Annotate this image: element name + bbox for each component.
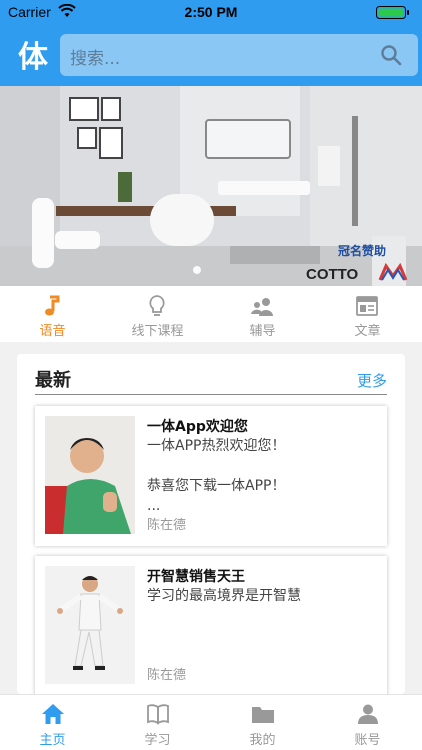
category-label: 线下课程: [131, 324, 184, 339]
home-icon: [42, 704, 64, 724]
book-icon: [147, 704, 169, 725]
item-title: 一体App欢迎您: [147, 419, 248, 435]
banner-carousel[interactable]: 冠名赞助 COTTO: [0, 86, 422, 286]
list-item[interactable]: 开智慧销售天王 学习的最高境界是开智慧 陈在德: [35, 556, 387, 694]
category-nav: 语音 线下课程 辅导 文章: [0, 286, 422, 342]
article-icon: [356, 296, 378, 316]
bottom-tab-bar: 主页 学习 我的 账号: [0, 694, 422, 750]
lightbulb-icon: [149, 295, 165, 316]
battery-icon: [376, 6, 409, 19]
tab-label: 账号: [354, 733, 381, 748]
tab-home[interactable]: 主页: [0, 695, 105, 750]
tab-mine[interactable]: 我的: [210, 695, 315, 750]
status-time: 2:50 PM: [184, 4, 238, 20]
category-tab-offline-course[interactable]: 线下课程: [105, 286, 210, 342]
tab-study[interactable]: 学习: [105, 695, 210, 750]
search-input[interactable]: 搜索...: [70, 44, 120, 69]
item-description: 学习的最高境界是开智慧: [147, 588, 301, 604]
banner-brand-logo: COTTO: [306, 266, 359, 283]
tab-label: 学习: [144, 733, 171, 748]
search-icon[interactable]: [380, 44, 402, 66]
app-logo[interactable]: 体: [16, 40, 50, 76]
tab-label: 主页: [39, 733, 66, 748]
music-note-icon: [45, 295, 60, 316]
folder-icon: [252, 707, 274, 723]
more-link[interactable]: 更多: [357, 370, 387, 391]
top-bar: Carrier 2:50 PM 体 搜索...: [0, 0, 422, 86]
category-tab-articles[interactable]: 文章: [315, 286, 420, 342]
tab-account[interactable]: 账号: [315, 695, 420, 750]
banner-sponsor-label: 冠名赞助: [338, 244, 387, 258]
section-divider: [35, 394, 387, 395]
user-icon: [358, 704, 378, 724]
section-title: 最新: [35, 370, 71, 391]
item-thumbnail: [45, 416, 135, 534]
category-label: 文章: [354, 324, 381, 339]
list-item[interactable]: 一体App欢迎您 一体APP热烈欢迎您！ 恭喜您下载一体APP！ ... 陈在德: [35, 406, 387, 546]
category-label: 辅导: [249, 324, 276, 339]
carousel-indicator[interactable]: [193, 266, 201, 274]
item-description: 一体APP热烈欢迎您！ 恭喜您下载一体APP！ ...: [147, 438, 286, 514]
item-author: 陈在德: [147, 518, 187, 533]
item-title: 开智慧销售天王: [147, 569, 245, 585]
search-bar[interactable]: 搜索...: [60, 34, 418, 76]
category-tab-audio[interactable]: 语音: [0, 286, 105, 342]
item-thumbnail: [45, 566, 135, 684]
brand-mark-icon: [378, 262, 408, 281]
category-label: 语音: [39, 324, 66, 339]
tab-label: 我的: [249, 733, 276, 748]
item-author: 陈在德: [147, 668, 187, 683]
category-tab-coaching[interactable]: 辅导: [210, 286, 315, 342]
people-icon: [251, 298, 273, 316]
latest-section: 最新 更多 一体App欢迎您 一体APP热烈欢迎您！ 恭喜您下载一体APP！ .…: [17, 354, 405, 694]
status-bar: Carrier 2:50 PM: [0, 0, 422, 24]
